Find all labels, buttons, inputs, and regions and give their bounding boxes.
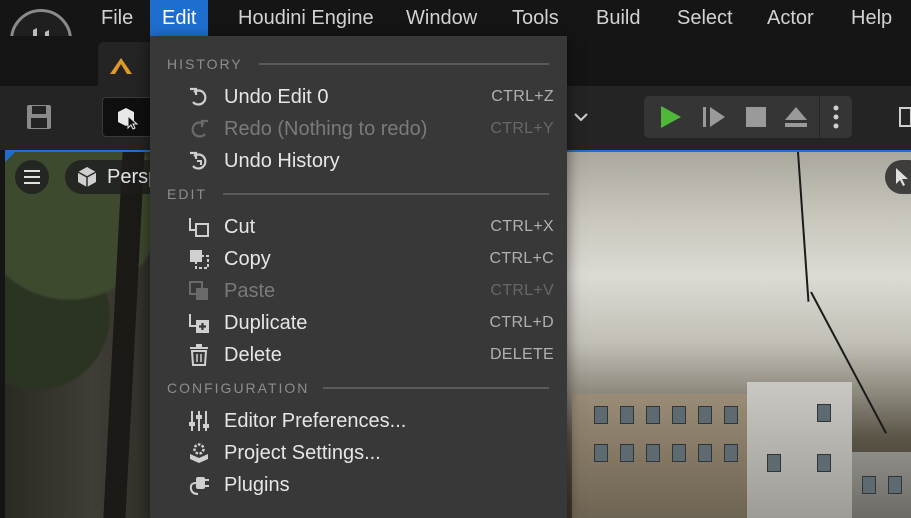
viewport-corner-mark: [5, 152, 15, 162]
content-icon[interactable]: [896, 104, 911, 132]
menu-item-copy-label: Copy: [224, 248, 271, 270]
save-icon[interactable]: [22, 100, 56, 134]
menu-houdini-engine[interactable]: Houdini Engine: [226, 0, 386, 36]
viewport-select-tool-button[interactable]: [885, 160, 911, 194]
eject-icon[interactable]: [778, 102, 814, 132]
undo-history-icon: [188, 150, 210, 172]
viewport-building-white: [747, 382, 852, 518]
menu-select[interactable]: Select: [665, 0, 745, 36]
menu-item-project-settings-label: Project Settings...: [224, 442, 381, 464]
menu-item-duplicate[interactable]: Duplicate CTRL+D: [150, 307, 567, 339]
cube-icon: [77, 167, 97, 187]
menu-bar: File Edit Houdini Engine Window Tools Bu…: [0, 0, 911, 71]
menu-item-project-settings[interactable]: Project Settings...: [150, 437, 567, 469]
hamburger-icon: [24, 170, 40, 184]
menu-file[interactable]: File: [89, 0, 145, 36]
menu-item-plugins-label: Plugins: [224, 474, 290, 496]
menu-item-paste[interactable]: Paste CTRL+V: [150, 275, 567, 307]
menu-item-copy-shortcut: CTRL+C: [489, 250, 554, 267]
menu-help[interactable]: Help: [839, 0, 904, 36]
menu-window[interactable]: Window: [394, 0, 489, 36]
menu-item-redo-label: Redo (Nothing to redo): [224, 118, 428, 140]
section-history-divider: [259, 63, 549, 65]
menu-item-cut-shortcut: CTRL+X: [490, 218, 554, 235]
menu-item-redo[interactable]: Redo (Nothing to redo) CTRL+Y: [150, 113, 567, 145]
plug-icon: [188, 474, 210, 496]
trash-icon: [188, 344, 210, 366]
menu-item-editor-preferences[interactable]: Editor Preferences...: [150, 405, 567, 437]
menu-item-paste-shortcut: CTRL+V: [490, 282, 554, 299]
viewport-building-right: [852, 452, 911, 518]
copy-icon: [188, 248, 210, 270]
menu-build[interactable]: Build: [584, 0, 652, 36]
section-history-heading: HISTORY: [167, 56, 243, 72]
menu-item-delete-shortcut: DELETE: [489, 346, 554, 363]
menu-item-paste-label: Paste: [224, 280, 276, 302]
section-configuration-heading: CONFIGURATION: [167, 380, 310, 396]
advance-frame-icon[interactable]: [696, 102, 732, 132]
section-configuration-divider: [323, 387, 549, 389]
stop-icon[interactable]: [738, 102, 774, 132]
menu-item-editor-preferences-label: Editor Preferences...: [224, 410, 407, 432]
menu-item-cut-label: Cut: [224, 216, 256, 238]
play-icon[interactable]: [652, 102, 688, 132]
menu-edit[interactable]: Edit: [150, 0, 209, 36]
paste-icon: [188, 280, 210, 302]
level-icon: [110, 58, 132, 74]
menu-item-duplicate-shortcut: CTRL+D: [489, 314, 554, 331]
viewport-menu-button[interactable]: [15, 160, 49, 194]
menu-item-duplicate-label: Duplicate: [224, 312, 308, 334]
menu-item-delete[interactable]: Delete DELETE: [150, 339, 567, 371]
undo-icon: [188, 86, 210, 108]
gear-box-icon: [188, 442, 210, 464]
menu-item-copy[interactable]: Copy CTRL+C: [150, 243, 567, 275]
chevron-down-icon[interactable]: [570, 104, 592, 130]
viewport-building-brick: [572, 394, 747, 518]
viewport-cable: [797, 152, 810, 302]
cursor-icon: [896, 168, 908, 186]
menu-item-undo-label: Undo Edit 0: [224, 86, 329, 108]
menu-item-cut[interactable]: Cut CTRL+X: [150, 211, 567, 243]
more-options-icon[interactable]: [824, 102, 848, 132]
duplicate-icon: [188, 312, 210, 334]
menu-item-plugins[interactable]: Plugins: [150, 469, 567, 501]
cut-icon: [188, 216, 210, 238]
menu-actor[interactable]: Actor: [755, 0, 826, 36]
select-mode-icon: [118, 108, 139, 130]
menu-item-undo-shortcut: CTRL+Z: [491, 88, 554, 105]
play-controls: [644, 96, 852, 138]
edit-menu-dropdown: HISTORY Undo Edit 0 CTRL+Z Redo (Nothing…: [150, 36, 567, 518]
section-edit-heading: EDIT: [167, 186, 207, 202]
menu-item-redo-shortcut: CTRL+Y: [490, 120, 554, 137]
menu-tools[interactable]: Tools: [500, 0, 571, 36]
menu-item-undo[interactable]: Undo Edit 0 CTRL+Z: [150, 81, 567, 113]
redo-icon: [188, 118, 210, 140]
sliders-icon: [188, 410, 210, 432]
menu-item-undo-history[interactable]: Undo History: [150, 145, 567, 177]
section-edit-divider: [223, 193, 549, 195]
menu-item-undo-history-label: Undo History: [224, 150, 340, 172]
menu-item-delete-label: Delete: [224, 344, 282, 366]
